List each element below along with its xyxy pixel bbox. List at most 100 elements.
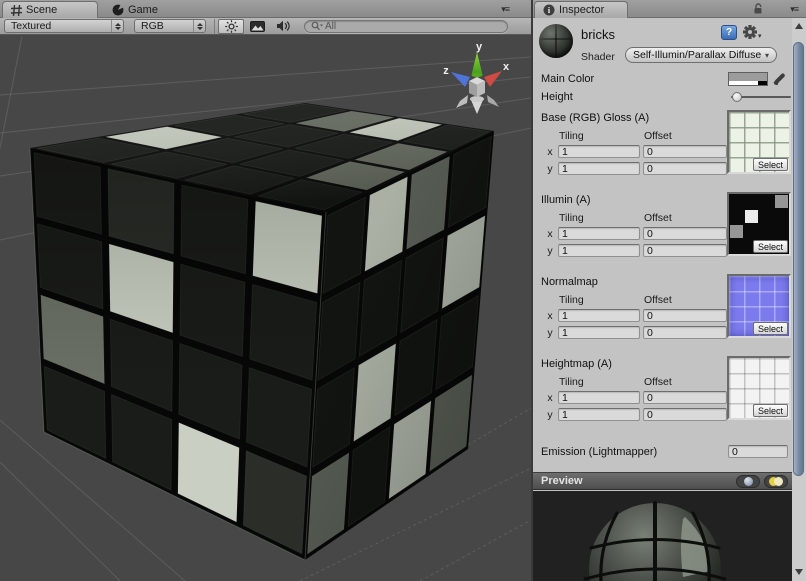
axis-z-label[interactable]: z xyxy=(443,65,449,77)
tab-game[interactable]: Game xyxy=(104,1,166,18)
texture-select-button[interactable]: Select xyxy=(753,322,788,335)
tiling-x-input[interactable] xyxy=(558,145,640,158)
context-menu-button[interactable]: ▾ xyxy=(742,24,764,41)
slider-knob[interactable] xyxy=(732,92,742,102)
offset-x-input[interactable] xyxy=(643,145,727,158)
texture-section: Normalmap Tiling Offset x y Select xyxy=(533,276,806,350)
channel-mode-value: RGB xyxy=(135,20,193,32)
shader-label: Shader xyxy=(581,51,615,63)
offset-y-input[interactable] xyxy=(643,244,727,257)
tiling-y-input[interactable] xyxy=(558,408,640,421)
texture-section-title: Heightmap (A) xyxy=(541,358,612,370)
sun-icon xyxy=(225,20,238,33)
tab-inspector[interactable]: i Inspector xyxy=(534,1,628,18)
offset-column-header: Offset xyxy=(644,130,672,142)
scene-lighting-toggle[interactable] xyxy=(218,19,244,34)
illumin-tile xyxy=(745,210,758,223)
tiling-x-input[interactable] xyxy=(558,391,640,404)
inspector-panel: i Inspector bricks ? xyxy=(533,0,806,581)
inspector-scrollbar[interactable] xyxy=(792,18,806,581)
texture-thumbnail[interactable]: Select xyxy=(727,356,791,420)
lights-icon xyxy=(769,477,783,486)
offset-column-header: Offset xyxy=(644,376,672,388)
preview-header[interactable]: Preview xyxy=(533,472,792,490)
textured-cube xyxy=(30,103,494,560)
tiling-column-header: Tiling xyxy=(559,212,584,224)
offset-y-input[interactable] xyxy=(643,326,727,339)
axis-x-label[interactable]: x xyxy=(503,61,510,73)
shader-dropdown[interactable]: Self-Illumin/Parallax Diffuse ▾ xyxy=(625,47,777,63)
tiling-x-input[interactable] xyxy=(558,227,640,240)
texture-thumbnail[interactable]: Select xyxy=(727,192,791,256)
offset-y-input[interactable] xyxy=(643,408,727,421)
x-axis-row-label: x xyxy=(545,310,555,322)
tiling-y-input[interactable] xyxy=(558,326,640,339)
height-slider[interactable] xyxy=(731,96,791,98)
sphere-icon xyxy=(744,477,753,486)
preview-title: Preview xyxy=(541,475,732,487)
draw-mode-dropdown[interactable]: Textured xyxy=(4,19,124,33)
scene-search-field[interactable] xyxy=(304,20,508,33)
scene-viewport[interactable]: y x z xyxy=(0,35,531,581)
texture-section: Base (RGB) Gloss (A) Tiling Offset x y S… xyxy=(533,112,806,186)
lock-icon[interactable] xyxy=(753,3,764,15)
draw-mode-value: Textured xyxy=(5,20,111,32)
tiling-column-header: Tiling xyxy=(559,130,584,142)
main-color-swatch[interactable] xyxy=(728,72,768,86)
material-sphere-thumbnail xyxy=(539,24,573,58)
channel-mode-dropdown[interactable]: RGB xyxy=(134,19,206,33)
help-icon[interactable]: ? xyxy=(721,25,737,40)
emission-label: Emission (Lightmapper) xyxy=(541,446,657,458)
scene-panel-menu-icon[interactable] xyxy=(501,4,509,14)
search-icon xyxy=(311,21,323,31)
offset-x-input[interactable] xyxy=(643,227,727,240)
texture-select-button[interactable]: Select xyxy=(753,404,788,417)
tiling-x-input[interactable] xyxy=(558,309,640,322)
preview-sphere xyxy=(533,491,792,581)
scene-toolbar: Textured RGB xyxy=(0,18,531,35)
chevron-down-icon: ▾ xyxy=(765,51,769,60)
search-input[interactable] xyxy=(325,21,493,32)
preview-content[interactable] xyxy=(533,491,792,581)
tiling-y-input[interactable] xyxy=(558,244,640,257)
alpha-bar xyxy=(729,81,767,85)
offset-x-input[interactable] xyxy=(643,391,727,404)
tab-game-label: Game xyxy=(128,4,158,16)
emission-input[interactable] xyxy=(728,445,788,458)
toolbar-divider xyxy=(214,19,215,34)
texture-thumbnail[interactable]: Select xyxy=(727,110,791,174)
texture-thumbnail[interactable]: Select xyxy=(727,274,791,338)
scene-3d-view: y x z xyxy=(0,35,531,581)
tab-scene[interactable]: Scene xyxy=(2,1,98,18)
tab-inspector-label: Inspector xyxy=(559,4,604,16)
texture-select-button[interactable]: Select xyxy=(753,240,788,253)
inspector-body: bricks ? ▾ Shader xyxy=(533,18,806,581)
eyedropper-icon[interactable] xyxy=(773,71,788,86)
scene-grid-icon xyxy=(11,5,22,16)
offset-x-input[interactable] xyxy=(643,309,727,322)
texture-section-title: Illumin (A) xyxy=(541,194,591,206)
offset-column-header: Offset xyxy=(644,212,672,224)
dropdown-arrows-icon xyxy=(193,20,205,32)
illumin-tile xyxy=(775,195,788,208)
axis-y-label[interactable]: y xyxy=(476,41,483,53)
tiling-y-input[interactable] xyxy=(558,162,640,175)
inspector-menu-icon[interactable] xyxy=(790,4,798,14)
scene-audio-toggle[interactable] xyxy=(270,19,296,34)
scrollbar-down-icon[interactable] xyxy=(792,566,806,578)
scrollbar-up-icon[interactable] xyxy=(792,20,806,32)
preview-lighting-button[interactable] xyxy=(764,475,788,488)
height-row: Height xyxy=(533,88,806,106)
x-axis-row-label: x xyxy=(545,146,555,158)
texture-section: Illumin (A) Tiling Offset x y Select xyxy=(533,194,806,268)
scrollbar-thumb[interactable] xyxy=(793,42,804,476)
texture-select-button[interactable]: Select xyxy=(753,158,788,171)
y-axis-row-label: y xyxy=(545,327,555,339)
preview-sphere-button[interactable] xyxy=(736,475,760,488)
preview-section: Preview xyxy=(533,472,792,581)
offset-y-input[interactable] xyxy=(643,162,727,175)
emission-row: Emission (Lightmapper) xyxy=(533,444,806,462)
scene-overlay-toggle[interactable] xyxy=(244,19,270,34)
y-axis-row-label: y xyxy=(545,245,555,257)
tiling-column-header: Tiling xyxy=(559,294,584,306)
